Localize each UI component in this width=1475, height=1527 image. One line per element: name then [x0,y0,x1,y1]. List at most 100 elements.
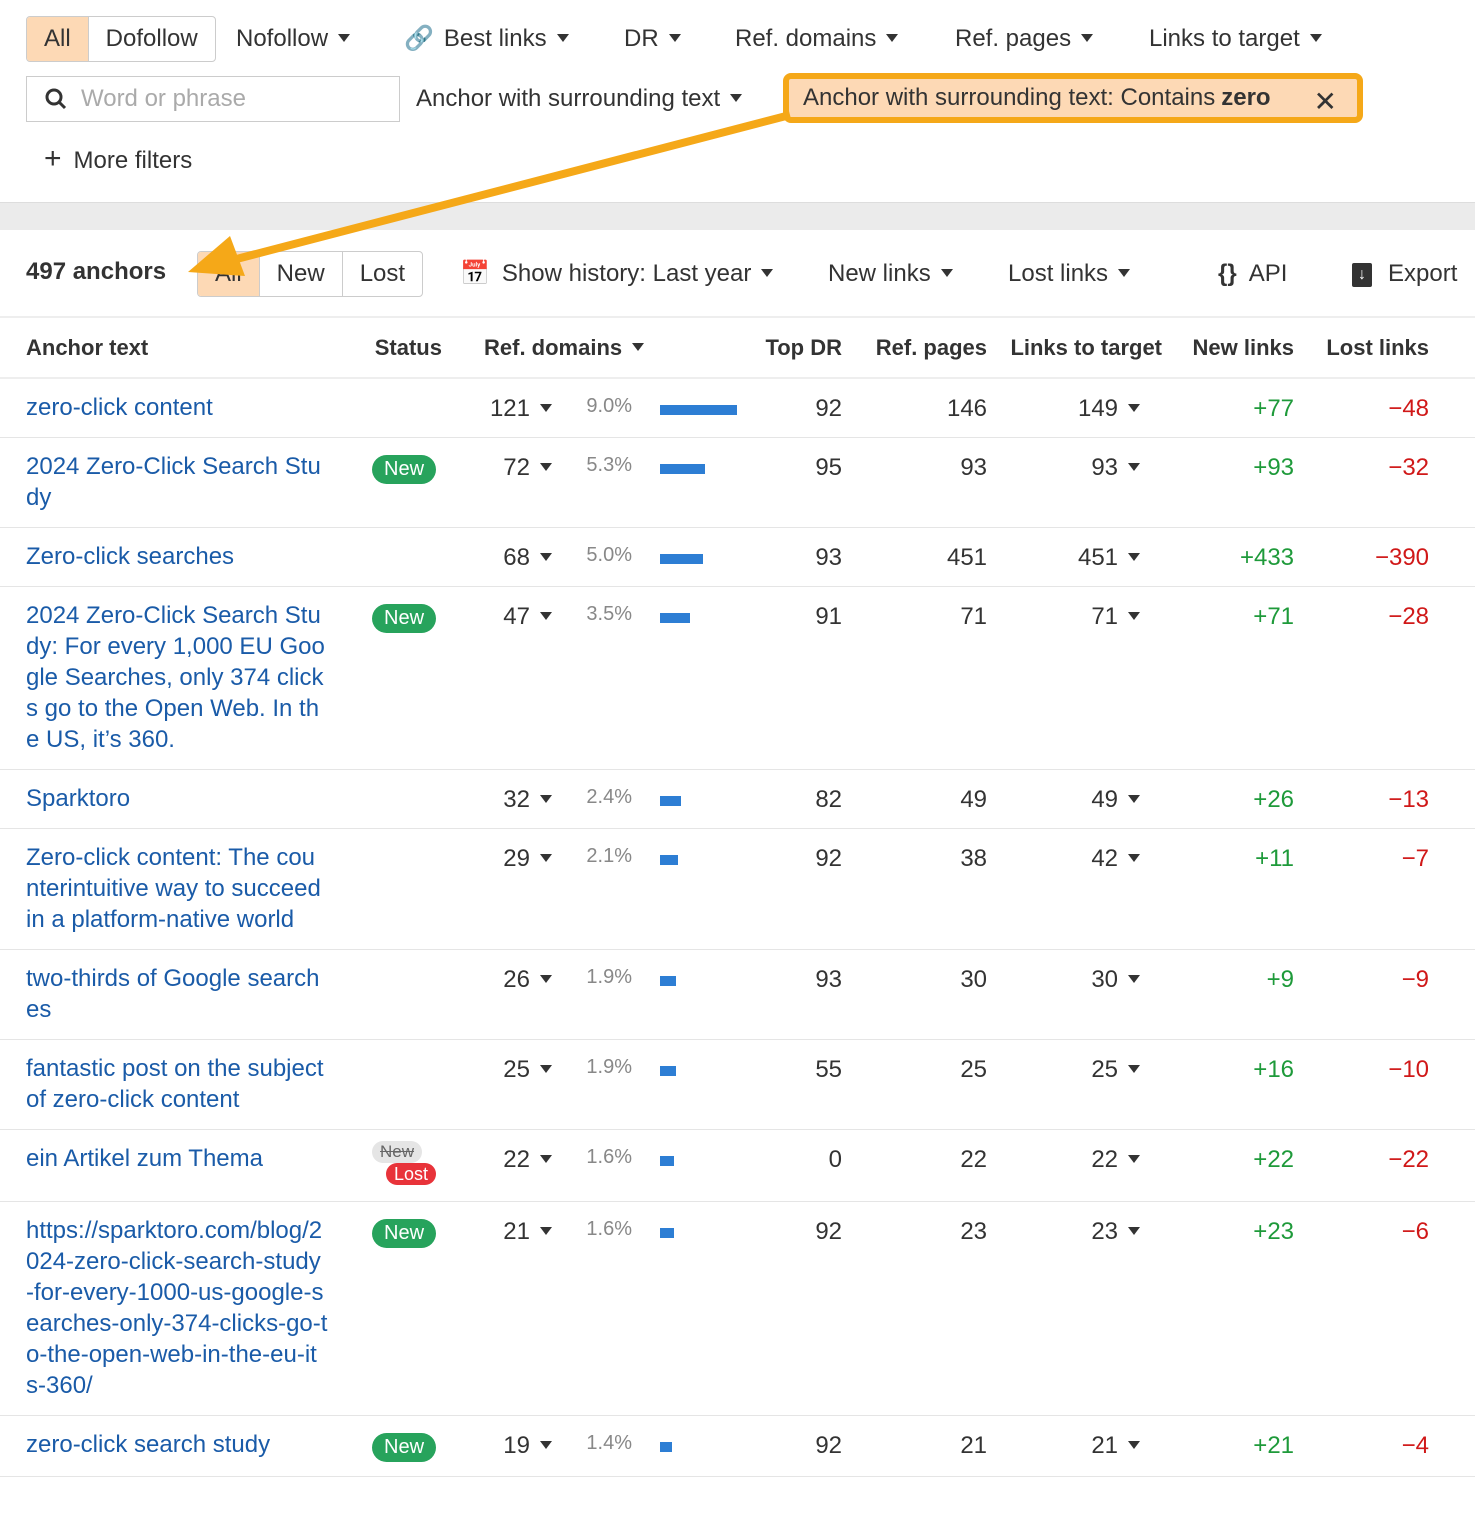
header-ref-pages[interactable]: Ref. pages [842,318,988,379]
anchor-link[interactable]: two-thirds of Google searches [26,949,346,1040]
chevron-down-icon [540,853,552,862]
anchor-link[interactable]: zero-click content [26,378,346,438]
ref-domains-cell[interactable]: 121 [442,378,552,438]
export-button[interactable]: ↓ Export [1352,251,1457,297]
ref-domains-cell[interactable]: 21 [442,1201,552,1416]
tab-new[interactable]: New [260,252,343,296]
status-tabs: All New Lost [197,251,424,297]
history-dropdown[interactable]: 📅 Show history: Last year [460,251,774,297]
chip-label: Anchor with surrounding text: Contains [803,84,1216,111]
tab-all[interactable]: All [198,252,260,296]
header-ref-domains-label: Ref. domains [484,334,623,360]
ref-domains-dropdown[interactable]: Ref. domains [735,16,899,62]
api-button[interactable]: {} API [1218,251,1287,297]
new-links-dropdown[interactable]: New links [828,251,953,297]
links-cell[interactable]: 451 [987,527,1163,587]
ref-domains-cell[interactable]: 29 [442,828,552,950]
ref-domains-percent: 9.0% [552,378,633,438]
lost-links-dropdown[interactable]: Lost links [1008,251,1131,297]
header-ref-domains[interactable]: Ref. domains [442,318,645,379]
anchor-link[interactable]: fantastic post on the subject of zero-cl… [26,1039,346,1130]
status-cell [346,1039,442,1130]
chevron-down-icon [540,1064,552,1073]
lost-links-label: Lost links [1008,260,1109,287]
table-row: zero-click content 121 9.0% 92 146 149 +77 −48 [0,378,1475,438]
lost-links-value: −4 [1294,1415,1430,1477]
segment-all[interactable]: All [27,17,89,61]
search-icon [45,88,67,110]
chevron-down-icon [1128,611,1141,620]
ref-domains-cell[interactable]: 47 [442,586,552,770]
ref-domains-cell[interactable]: 68 [442,527,552,587]
ref-domains-value: 19 [503,1432,530,1459]
ref-domains-cell[interactable]: 26 [442,949,552,1040]
share-bar-cell [632,378,763,438]
segment-dofollow[interactable]: Dofollow [89,17,215,61]
anchor-link[interactable]: Sparktoro [26,769,346,829]
anchor-link[interactable]: ein Artikel zum Thema [26,1129,346,1202]
header-new-links[interactable]: New links [1162,318,1295,379]
top-dr-value: 95 [762,437,843,528]
links-cell[interactable]: 25 [987,1039,1163,1130]
chip-value: zero [1221,84,1271,111]
ref-domains-percent: 1.4% [552,1415,633,1477]
anchor-link[interactable]: Zero-click searches [26,527,346,587]
header-top-dr[interactable]: Top DR [762,318,843,379]
ref-domains-cell[interactable]: 22 [442,1129,552,1202]
ref-domains-value: 32 [503,786,530,813]
chevron-down-icon [556,33,569,42]
anchor-link[interactable]: 2024 Zero-Click Search Study: For every … [26,586,346,770]
best-links-dropdown[interactable]: 🔗 Best links [404,16,569,62]
ref-domains-value: 26 [503,966,530,993]
chevron-down-icon [1128,853,1141,862]
search-input[interactable]: Word or phrase [26,76,400,122]
anchor-link[interactable]: 2024 Zero-Click Search Study [26,437,346,528]
lost-links-value: −7 [1294,828,1430,950]
nofollow-dropdown[interactable]: Nofollow [236,16,351,62]
ref-domains-cell[interactable]: 32 [442,769,552,829]
chevron-down-icon [886,33,899,42]
links-to-target-dropdown[interactable]: Links to target [1149,16,1322,62]
ref-domains-percent: 3.5% [552,586,633,770]
chevron-down-icon [1128,1226,1141,1235]
links-cell[interactable]: 23 [987,1201,1163,1416]
chevron-down-icon [1128,1064,1141,1073]
ref-pages-dropdown[interactable]: Ref. pages [955,16,1094,62]
new-links-value: +9 [1162,949,1295,1040]
ref-domains-cell[interactable]: 25 [442,1039,552,1130]
new-links-value: +11 [1162,828,1295,950]
close-icon[interactable]: ✕ [1314,85,1337,118]
links-value: 22 [1091,1146,1119,1173]
tab-lost[interactable]: Lost [343,252,422,296]
chevron-down-icon [761,268,774,277]
links-cell[interactable]: 93 [987,437,1163,528]
links-cell[interactable]: 49 [987,769,1163,829]
header-status[interactable]: Status [346,318,442,379]
chevron-down-icon [540,462,552,471]
new-links-value: +26 [1162,769,1295,829]
ref-domains-cell[interactable]: 72 [442,437,552,528]
dr-dropdown[interactable]: DR [624,16,681,62]
share-bar [660,795,682,806]
links-cell[interactable]: 149 [987,378,1163,438]
links-cell[interactable]: 22 [987,1129,1163,1202]
share-bar-cell [632,1039,763,1130]
chevron-down-icon [1128,462,1141,471]
links-cell[interactable]: 21 [987,1415,1163,1477]
ref-domains-percent: 5.0% [552,527,633,587]
anchor-link[interactable]: Zero-click content: The counterintuitive… [26,828,346,950]
header-links-to-target[interactable]: Links to target [987,318,1163,379]
ref-domains-cell[interactable]: 19 [442,1415,552,1477]
anchor-link[interactable]: https://sparktoro.com/blog/2024-zero-cli… [26,1201,346,1416]
header-lost-links[interactable]: Lost links [1294,318,1430,379]
ref-domains-value: 121 [489,395,530,422]
active-filter-chip[interactable]: Anchor with surrounding text: Contains ze… [783,73,1363,123]
links-cell[interactable]: 71 [987,586,1163,770]
links-cell[interactable]: 30 [987,949,1163,1040]
anchor-link[interactable]: zero-click search study [26,1415,346,1477]
more-filters-button[interactable]: + More filters [44,136,192,184]
table-row: two-thirds of Google searches 26 1.9% 93 30 3… [0,949,1475,1040]
anchor-mode-dropdown[interactable]: Anchor with surrounding text [416,76,743,122]
links-cell[interactable]: 42 [987,828,1163,950]
header-anchor-text[interactable]: Anchor text [26,318,346,379]
